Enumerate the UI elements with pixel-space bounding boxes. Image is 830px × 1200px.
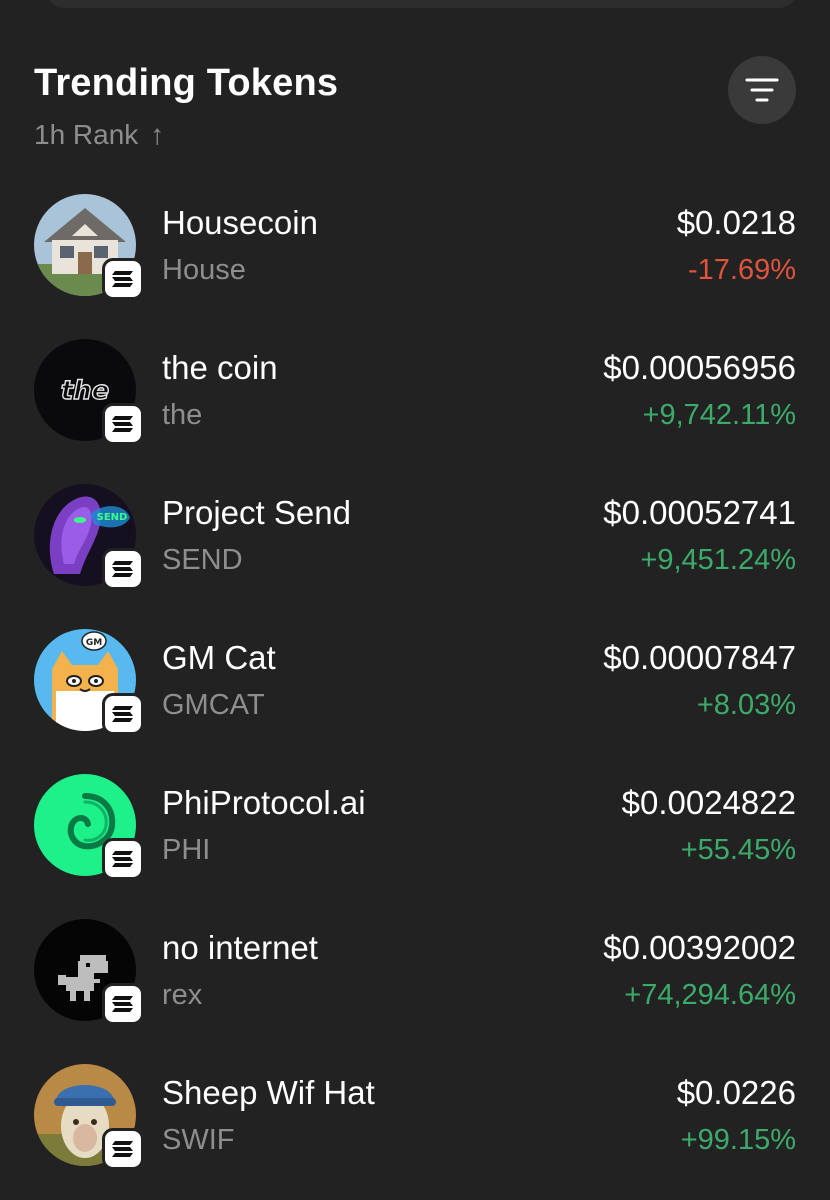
token-row[interactable]: no internet rex $0.00392002 +74,294.64% <box>34 917 796 1062</box>
token-row[interactable]: Sheep Wif Hat SWIF $0.0226 +99.15% <box>34 1062 796 1200</box>
search-bar[interactable] <box>46 0 798 8</box>
token-row[interactable]: PhiProtocol.ai PHI $0.0024822 +55.45% <box>34 772 796 917</box>
token-row[interactable]: GM GM Cat GMCAT $0.00007847 +8.03% <box>34 627 796 772</box>
solana-icon <box>102 693 144 735</box>
avatar-text: SEND <box>97 512 128 523</box>
token-change: -17.69% <box>687 254 796 286</box>
token-change: +9,451.24% <box>640 544 796 576</box>
token-price: $0.00056956 <box>603 349 796 386</box>
token-price: $0.0226 <box>676 1074 796 1111</box>
token-symbol: PHI <box>162 834 211 866</box>
section-header: Trending Tokens 1h Rank ↑ <box>34 56 796 162</box>
token-symbol: SWIF <box>162 1124 235 1156</box>
solana-icon <box>102 258 144 300</box>
token-change: +9,742.11% <box>642 399 796 431</box>
token-symbol: SEND <box>162 544 243 576</box>
token-price: $0.00007847 <box>603 639 796 676</box>
token-row[interactable]: Housecoin House $0.0218 -17.69% <box>34 192 796 337</box>
filter-button[interactable] <box>728 56 796 124</box>
avatar-text: the <box>61 376 110 406</box>
token-name: Project Send <box>162 494 351 531</box>
solana-icon <box>102 838 144 880</box>
solana-icon <box>102 1128 144 1170</box>
trending-page: Trending Tokens 1h Rank ↑ Housecoin Hous… <box>0 0 830 1200</box>
token-symbol: House <box>162 254 246 286</box>
solana-icon <box>102 548 144 590</box>
token-name: PhiProtocol.ai <box>162 784 366 821</box>
token-price: $0.00392002 <box>603 929 796 966</box>
token-name: Housecoin <box>162 204 318 241</box>
filter-icon <box>745 78 779 102</box>
token-price: $0.0024822 <box>621 784 796 821</box>
token-row[interactable]: the the coin the $0.00056956 +9,742.11% <box>34 337 796 482</box>
token-name: GM Cat <box>162 639 276 676</box>
avatar-text: GM <box>86 638 102 648</box>
token-price: $0.0218 <box>676 204 796 241</box>
token-symbol: the <box>162 399 203 431</box>
token-name: the coin <box>162 349 278 386</box>
token-change: +55.45% <box>680 834 796 866</box>
token-price: $0.00052741 <box>603 494 796 531</box>
token-change: +8.03% <box>696 689 796 721</box>
solana-icon <box>102 403 144 445</box>
token-name: Sheep Wif Hat <box>162 1074 375 1111</box>
token-symbol: GMCAT <box>162 689 265 721</box>
token-change: +99.15% <box>680 1124 796 1156</box>
solana-icon <box>102 983 144 1025</box>
sort-selector[interactable]: 1h Rank ↑ <box>34 119 796 151</box>
arrow-up-icon: ↑ <box>150 119 165 150</box>
token-name: no internet <box>162 929 318 966</box>
token-change: +74,294.64% <box>624 979 796 1011</box>
section-title: Trending Tokens <box>34 62 339 104</box>
sort-label: 1h Rank <box>34 119 139 150</box>
token-list: Housecoin House $0.0218 -17.69% the the … <box>34 192 796 1200</box>
token-symbol: rex <box>162 979 203 1011</box>
token-row[interactable]: SEND Project Send SEND $0.00052741 +9,45… <box>34 482 796 627</box>
